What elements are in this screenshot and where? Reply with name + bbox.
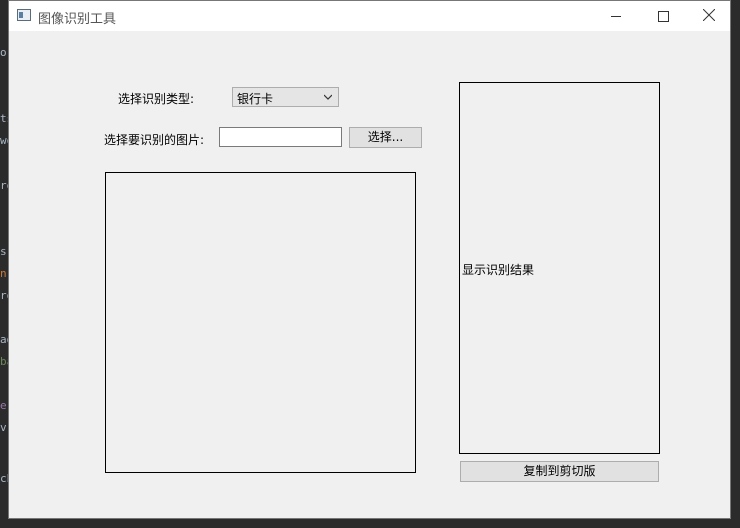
recognition-type-value: 银行卡 <box>237 92 274 106</box>
minimize-icon <box>611 16 621 17</box>
bg-fragment: ro <box>0 289 8 302</box>
background-editor-strip: or ts wo ro s n ro ad ba e v ch <box>0 0 8 528</box>
bg-fragment: or <box>0 46 8 59</box>
bg-fragment: ad <box>0 333 8 346</box>
image-path-input[interactable] <box>219 127 342 147</box>
bg-fragment: ts <box>0 112 8 125</box>
bg-fragment: e <box>0 399 7 412</box>
app-icon <box>17 9 31 21</box>
result-text: 显示识别结果 <box>462 263 535 277</box>
select-image-button[interactable]: 选择... <box>349 127 422 148</box>
image-path-label: 选择要识别的图片: <box>104 133 205 147</box>
copy-to-clipboard-button[interactable]: 复制到剪切版 <box>460 461 659 482</box>
app-window: 图像识别工具 选择识别类型: 银行卡 选择要识别的图片: 选择... 显示识别结… <box>8 0 731 519</box>
bg-fragment: ch <box>0 472 8 485</box>
maximize-button[interactable] <box>640 1 686 31</box>
image-preview <box>105 172 416 473</box>
result-panel: 显示识别结果 <box>459 82 660 454</box>
title-bar[interactable]: 图像识别工具 <box>9 1 730 31</box>
bg-fragment: wo <box>0 134 8 147</box>
bg-fragment: n <box>0 267 7 280</box>
bg-fragment: v <box>0 421 7 434</box>
window-title: 图像识别工具 <box>38 12 117 27</box>
maximize-icon <box>658 11 669 22</box>
chevron-down-icon <box>324 94 332 100</box>
recognition-type-select[interactable]: 银行卡 <box>232 87 339 107</box>
bg-fragment: ba <box>0 355 8 368</box>
minimize-button[interactable] <box>594 1 640 31</box>
bg-fragment: ro <box>0 179 8 192</box>
close-icon <box>703 9 715 21</box>
recognition-type-label: 选择识别类型: <box>118 92 195 106</box>
bg-fragment: s <box>0 245 7 258</box>
close-button[interactable] <box>686 1 732 31</box>
